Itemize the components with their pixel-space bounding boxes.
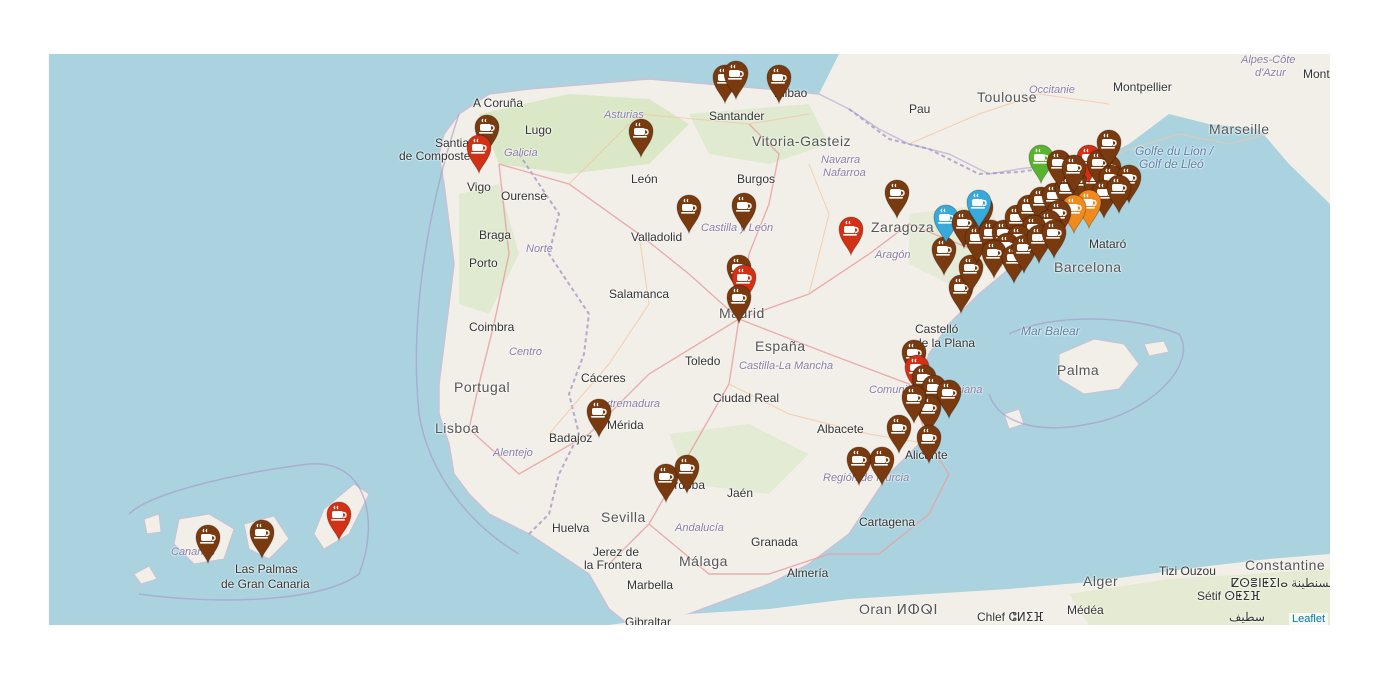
coffee-cup-icon — [326, 501, 352, 541]
coffee-cup-icon — [1061, 154, 1087, 194]
coffee-cup-icon — [249, 519, 275, 559]
map-marker-brown[interactable] — [731, 192, 757, 232]
coffee-cup-icon — [1106, 174, 1132, 214]
map-marker-brown[interactable] — [916, 424, 942, 464]
coffee-cup-icon — [674, 454, 700, 494]
coffee-cup-icon — [1041, 219, 1067, 259]
island-ibiza — [1003, 408, 1025, 430]
coffee-cup-icon — [766, 64, 792, 104]
map-marker-brown[interactable] — [726, 284, 752, 324]
map-marker-brown[interactable] — [195, 524, 221, 564]
coffee-cup-icon — [916, 424, 942, 464]
map-marker-red[interactable] — [326, 501, 352, 541]
map-marker-red[interactable] — [466, 134, 492, 174]
island-menorca — [1143, 340, 1170, 357]
coffee-cup-icon — [869, 446, 895, 486]
map-marker-brown[interactable] — [249, 519, 275, 559]
coffee-cup-icon — [195, 524, 221, 564]
map-marker-red[interactable] — [838, 216, 864, 256]
coffee-cup-icon — [726, 284, 752, 324]
map-marker-brown[interactable] — [884, 179, 910, 219]
map-marker-blue[interactable] — [966, 189, 992, 229]
map-base-tiles — [128, 54, 1330, 625]
map-marker-brown[interactable] — [628, 118, 654, 158]
coffee-cup-icon — [466, 134, 492, 174]
coffee-cup-icon — [628, 118, 654, 158]
map-marker-brown[interactable] — [1106, 174, 1132, 214]
leaflet-attribution-link[interactable]: Leaflet — [1288, 613, 1328, 625]
coffee-cup-icon — [731, 192, 757, 232]
map-marker-brown[interactable] — [1041, 219, 1067, 259]
coffee-cup-icon — [884, 179, 910, 219]
map-marker-brown[interactable] — [723, 60, 749, 100]
island-mallorca — [1058, 338, 1140, 395]
coffee-cup-icon — [723, 60, 749, 100]
map-marker-brown[interactable] — [1061, 154, 1087, 194]
map-marker-brown[interactable] — [766, 64, 792, 104]
coffee-cup-icon — [1096, 129, 1122, 169]
coffee-cup-icon — [838, 216, 864, 256]
coffee-cup-icon — [586, 398, 612, 438]
map-marker-brown[interactable] — [676, 194, 702, 234]
map-container[interactable]: A Coruña Lugo Santiago de Compostela Galicia… — [49, 54, 1330, 625]
map-marker-brown[interactable] — [674, 454, 700, 494]
coffee-cup-icon — [966, 189, 992, 229]
map-marker-brown[interactable] — [1096, 129, 1122, 169]
map-marker-brown[interactable] — [869, 446, 895, 486]
coffee-cup-icon — [676, 194, 702, 234]
map-marker-brown[interactable] — [586, 398, 612, 438]
